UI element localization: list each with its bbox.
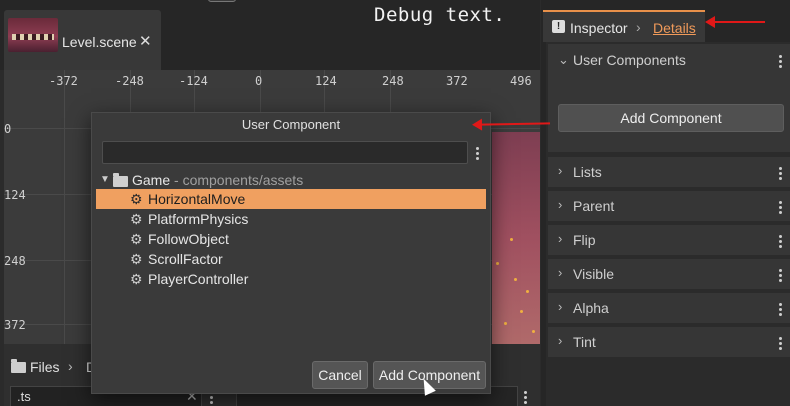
folder-icon <box>113 173 128 187</box>
section-label: Flip <box>573 232 596 248</box>
tree-item-selected[interactable]: ⚙ HorizontalMove <box>96 189 486 209</box>
debug-text: Debug text. <box>374 4 506 26</box>
section-visible[interactable]: › Visible <box>548 259 790 289</box>
tree-expand-arrow-icon[interactable]: ▼ <box>100 174 110 185</box>
game-preview-frame <box>492 132 540 344</box>
chevron-right-icon: › <box>558 163 563 178</box>
section-label: Tint <box>573 334 596 350</box>
tree-item-label: HorizontalMove <box>148 191 246 207</box>
scene-thumbnail <box>8 18 58 52</box>
tree-root-path: - components/assets <box>174 172 304 188</box>
x-tick-label: -124 <box>179 74 208 88</box>
x-tick-label: 0 <box>255 74 263 88</box>
details-link[interactable]: Details <box>653 20 696 36</box>
y-tick-label: 372 <box>4 318 26 332</box>
chevron-right-icon: › <box>558 197 563 212</box>
tree-root-name: Game <box>132 172 171 188</box>
chevron-down-icon[interactable]: ⌄ <box>558 52 569 68</box>
kebab-menu-icon[interactable] <box>779 167 782 182</box>
scene-tab-title: Level.scene <box>62 34 137 50</box>
section-label: Lists <box>573 164 602 180</box>
cancel-button[interactable]: Cancel <box>312 361 368 389</box>
x-tick-label: 496 <box>510 74 532 88</box>
y-tick-label: 248 <box>4 254 26 268</box>
folder-icon <box>11 359 26 373</box>
gear-icon: ⚙ <box>130 191 143 207</box>
section-flip[interactable]: › Flip <box>548 225 790 255</box>
add-component-button[interactable]: Add Component <box>558 104 784 132</box>
particle <box>514 278 517 281</box>
kebab-menu-icon[interactable] <box>779 55 782 70</box>
x-tick-label: -248 <box>115 74 144 88</box>
tree-item[interactable]: ⚙ PlayerController <box>96 269 486 289</box>
particle <box>504 322 507 325</box>
close-icon[interactable]: ✕ <box>139 32 152 50</box>
chevron-right-icon: › <box>558 299 563 314</box>
gear-icon: ⚙ <box>130 231 143 247</box>
x-tick-label: 124 <box>315 74 337 88</box>
tree-root-folder[interactable]: Game - components/assets <box>132 172 303 188</box>
tree-item-label: PlayerController <box>148 271 249 287</box>
gear-icon: ⚙ <box>130 211 143 227</box>
section-label: Visible <box>573 266 614 282</box>
chevron-right-icon: › <box>636 19 641 35</box>
x-tick-label: -372 <box>49 74 78 88</box>
particle <box>532 330 535 333</box>
kebab-menu-icon[interactable] <box>476 147 479 162</box>
gear-icon: ⚙ <box>130 251 143 267</box>
inspector-tab-label: Inspector <box>570 20 628 36</box>
gear-icon: ⚙ <box>130 271 143 287</box>
particle <box>496 262 499 265</box>
dialog-title: User Component <box>241 117 341 132</box>
grid-line <box>64 70 65 344</box>
section-label: Alpha <box>573 300 609 316</box>
tree-item[interactable]: ⚙ FollowObject <box>96 229 486 249</box>
kebab-menu-icon[interactable] <box>779 303 782 318</box>
chevron-right-icon: › <box>558 333 563 348</box>
tree-item[interactable]: ⚙ PlatformPhysics <box>96 209 486 229</box>
y-tick-label: 0 <box>4 122 12 136</box>
section-label[interactable]: User Components <box>573 52 686 68</box>
chevron-right-icon: › <box>558 231 563 246</box>
particle <box>510 238 513 241</box>
kebab-menu-icon[interactable] <box>779 235 782 250</box>
chevron-right-icon: › <box>68 358 73 374</box>
files-panel-title[interactable]: Files <box>30 359 60 375</box>
particle <box>520 310 523 313</box>
x-tick-label: 372 <box>446 74 468 88</box>
top-resize-handle[interactable] <box>208 0 236 2</box>
kebab-menu-icon[interactable] <box>524 391 528 406</box>
kebab-menu-icon[interactable] <box>779 201 782 216</box>
component-search-input[interactable] <box>102 141 468 164</box>
section-tint[interactable]: › Tint <box>548 327 790 357</box>
user-components-section: ⌄ User Components <box>548 44 790 152</box>
particle <box>526 290 529 293</box>
y-tick-label: 124 <box>4 188 26 202</box>
tree-item-label: ScrollFactor <box>148 251 223 267</box>
section-lists[interactable]: › Lists <box>548 157 790 187</box>
section-alpha[interactable]: › Alpha <box>548 293 790 323</box>
info-icon: ! <box>552 20 565 33</box>
kebab-menu-icon[interactable] <box>779 269 782 284</box>
tree-item-label: PlatformPhysics <box>148 211 249 227</box>
chevron-right-icon: › <box>558 265 563 280</box>
tree-item-label: FollowObject <box>148 231 229 247</box>
annotation-arrow <box>705 16 765 28</box>
section-label: Parent <box>573 198 615 214</box>
tree-item[interactable]: ⚙ ScrollFactor <box>96 249 486 269</box>
section-parent[interactable]: › Parent <box>548 191 790 221</box>
x-tick-label: 248 <box>382 74 404 88</box>
kebab-menu-icon[interactable] <box>779 337 782 352</box>
